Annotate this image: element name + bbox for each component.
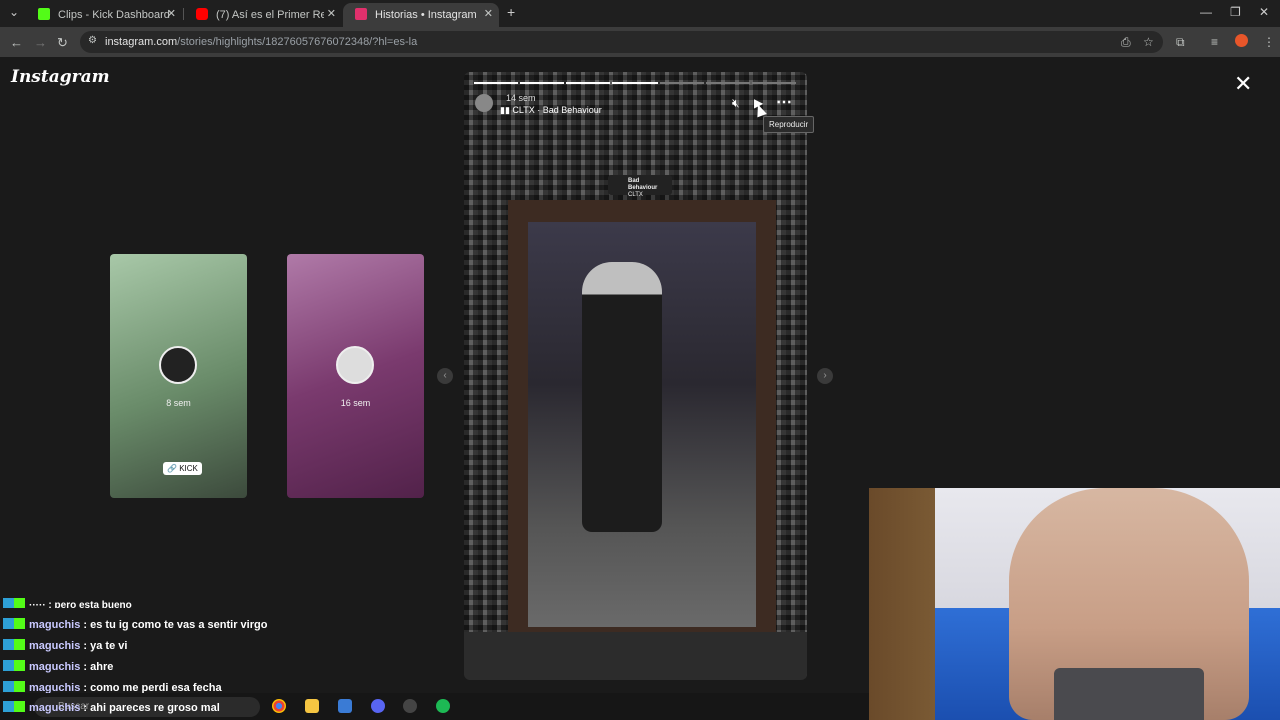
story-preview-previous-1[interactable]: 16 sem [287, 254, 424, 498]
extensions-icon[interactable]: ⧉ [1176, 35, 1185, 50]
progress-segment [660, 82, 704, 84]
chat-line-partial: ····· : pero esta bueno [3, 598, 132, 608]
instagram-logo[interactable]: Instagram [11, 67, 110, 87]
close-tab-icon[interactable]: ✕ [327, 7, 336, 20]
story-avatar[interactable] [475, 94, 493, 112]
badge-icon [3, 660, 25, 671]
discord-icon[interactable] [371, 699, 385, 713]
story-time: 14 sem [506, 93, 536, 103]
close-stories-icon[interactable]: ✕ [1234, 71, 1252, 97]
close-tab-icon[interactable]: ✕ [484, 7, 493, 20]
avatar [336, 346, 374, 384]
maximize-icon[interactable]: ❐ [1230, 5, 1241, 19]
badge-icon [3, 598, 25, 608]
progress-segment [752, 82, 796, 84]
kick-label: KICK [179, 464, 198, 473]
music-label: CLTX · Bad Behaviour [512, 105, 602, 115]
tab-title: Historias • Instagram [375, 9, 477, 21]
chat-user: maguchis [29, 640, 81, 652]
url-text: instagram.com/stories/highlights/1827605… [105, 36, 417, 48]
chat-user: maguchis [29, 702, 81, 714]
spotify-icon[interactable] [436, 699, 450, 713]
kick-favicon-icon [38, 8, 50, 20]
progress-segment [474, 82, 518, 84]
webcam-door [869, 488, 935, 720]
new-tab-icon[interactable]: + [507, 4, 515, 20]
progress-segment [566, 82, 610, 84]
chat-user: maguchis [29, 619, 81, 631]
preview-time: 8 sem [166, 398, 191, 408]
app-icon[interactable] [338, 699, 352, 713]
person-photo [582, 262, 662, 532]
minimize-icon[interactable]: — [1200, 5, 1212, 19]
avatar [159, 346, 197, 384]
chat-user: maguchis [29, 661, 81, 673]
install-app-icon[interactable]: ⎙ [1121, 35, 1131, 50]
close-tab-icon[interactable]: ✕ [167, 7, 176, 20]
chat-text: ····· : pero esta bueno [29, 600, 132, 608]
toolbar: ← → ↻ ⚙ instagram.com/stories/highlights… [0, 27, 1280, 57]
url-path: /stories/highlights/18276057676072348/?h… [177, 36, 418, 48]
tab-title: Clips - Kick Dashboard [58, 9, 170, 21]
badge-icon [3, 618, 25, 629]
media-control-icon[interactable]: ≡ [1211, 35, 1218, 49]
chat-text: ya te vi [90, 640, 128, 652]
music-sticker[interactable]: Bad Behaviour CLTX [608, 175, 672, 198]
obs-icon[interactable] [403, 699, 417, 713]
tab-title: (7) Así es el Primer Restaurante [216, 9, 324, 21]
chat-text: ahre [90, 661, 114, 673]
tab-kick[interactable]: Clips - Kick Dashboard ✕ [26, 3, 182, 27]
webcam-pants [1054, 668, 1204, 720]
tab-instagram[interactable]: Historias • Instagram ✕ [343, 3, 499, 27]
back-icon[interactable]: ← [10, 35, 23, 50]
profile-avatar[interactable] [1235, 34, 1248, 47]
badge-icon [3, 701, 25, 712]
progress-segment [520, 82, 564, 84]
chat-text: ahi pareces re groso mal [90, 702, 220, 714]
story-preview-previous-2[interactable]: 8 sem 🔗 KICK [110, 254, 247, 498]
file-explorer-icon[interactable] [305, 699, 319, 713]
address-bar[interactable]: ⚙ instagram.com/stories/highlights/18276… [80, 31, 1163, 53]
previous-story-arrow-icon[interactable]: ‹ [437, 368, 453, 384]
tab-strip: ⌄ Clips - Kick Dashboard ✕ (7) Así es el… [0, 0, 1280, 27]
menu-icon[interactable]: ⋮ [1263, 35, 1275, 49]
chat-line: maguchis : es tu ig como te vas a sentir… [3, 618, 267, 634]
next-story-arrow-icon[interactable]: › [817, 368, 833, 384]
floor [464, 632, 807, 680]
badge-icon [3, 681, 25, 692]
instagram-favicon-icon [355, 8, 367, 20]
chrome-icon[interactable] [272, 699, 286, 713]
play-tooltip: Reproducir [763, 116, 815, 133]
site-info-icon[interactable]: ⚙ [88, 35, 97, 46]
mute-icon[interactable]: 🔇︎ [732, 96, 740, 111]
chat-line: maguchis : ahre [3, 660, 113, 676]
url-host: instagram.com [105, 36, 178, 48]
sticker-title: Bad Behaviour [628, 178, 658, 191]
progress-segment [706, 82, 750, 84]
chat-line: maguchis : ya te vi [3, 639, 127, 655]
more-options-icon[interactable]: ⋯ [776, 92, 792, 112]
youtube-favicon-icon [196, 8, 208, 20]
progress-segment [612, 82, 658, 84]
story-viewer[interactable]: 14 sem ▮▮ CLTX · Bad Behaviour 🔇︎ ▶ ⋯ Ba… [464, 72, 807, 680]
tab-youtube[interactable]: (7) Así es el Primer Restaurante ✕ [184, 3, 342, 27]
sticker-artist: CLTX [628, 192, 643, 198]
kick-link-sticker: 🔗 KICK [163, 462, 202, 475]
forward-icon[interactable]: → [34, 35, 47, 50]
bookmark-star-icon[interactable]: ☆ [1143, 35, 1154, 49]
badge-icon [3, 639, 25, 650]
preview-time: 16 sem [340, 398, 371, 408]
chat-line: maguchis : ahi pareces re groso mal [3, 701, 220, 717]
story-music[interactable]: ▮▮ CLTX · Bad Behaviour [500, 105, 602, 116]
reload-icon[interactable]: ↻ [57, 35, 68, 51]
webcam-overlay [869, 488, 1280, 720]
close-window-icon[interactable]: ✕ [1259, 5, 1269, 19]
chat-text: es tu ig como te vas a sentir virgo [90, 619, 268, 631]
tab-search-icon[interactable]: ⌄ [9, 5, 19, 19]
